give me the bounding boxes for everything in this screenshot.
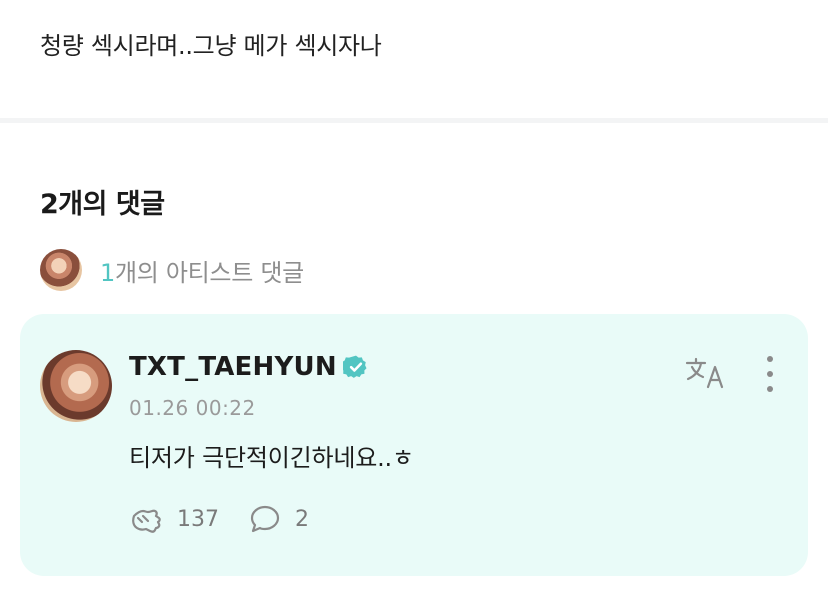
more-vertical-icon[interactable] [762, 356, 778, 392]
reply-button[interactable]: 2 [249, 504, 309, 534]
reply-icon [250, 505, 280, 533]
artist-comments-toggle[interactable]: 1개의 아티스트 댓글 [40, 248, 304, 292]
artist-comment-count: 1 [100, 258, 115, 287]
section-divider [0, 118, 828, 123]
artist-comments-label: 1개의 아티스트 댓글 [100, 253, 304, 288]
more-dot [767, 371, 773, 377]
comment-count-heading: 2개의 댓글 [40, 189, 165, 220]
like-count: 137 [177, 506, 219, 532]
comment-text: 티저가 극단적이긴하네요..ㅎ [129, 444, 414, 472]
comment-actions: 137 2 [129, 504, 339, 534]
more-dot [767, 356, 773, 362]
username: TXT_TAEHYUN [129, 352, 337, 382]
more-dot [767, 386, 773, 392]
reply-count: 2 [295, 506, 309, 532]
like-button[interactable]: 137 [129, 504, 219, 534]
avatar[interactable] [40, 350, 112, 422]
post-text: 청량 섹시라며..그냥 메가 섹시자나 [40, 32, 382, 60]
translate-icon[interactable] [684, 356, 728, 392]
comment-author[interactable]: TXT_TAEHYUN [129, 352, 369, 382]
artist-comment-card: TXT_TAEHYUN 01.26 00:22 티저가 극단적이긴하네요..ㅎ [20, 314, 808, 576]
like-icon [132, 509, 161, 533]
comment-timestamp: 01.26 00:22 [129, 396, 256, 420]
artist-comment-label-text: 개의 아티스트 댓글 [114, 258, 304, 287]
verified-badge-icon [342, 355, 367, 378]
artist-avatar-small [40, 249, 82, 291]
